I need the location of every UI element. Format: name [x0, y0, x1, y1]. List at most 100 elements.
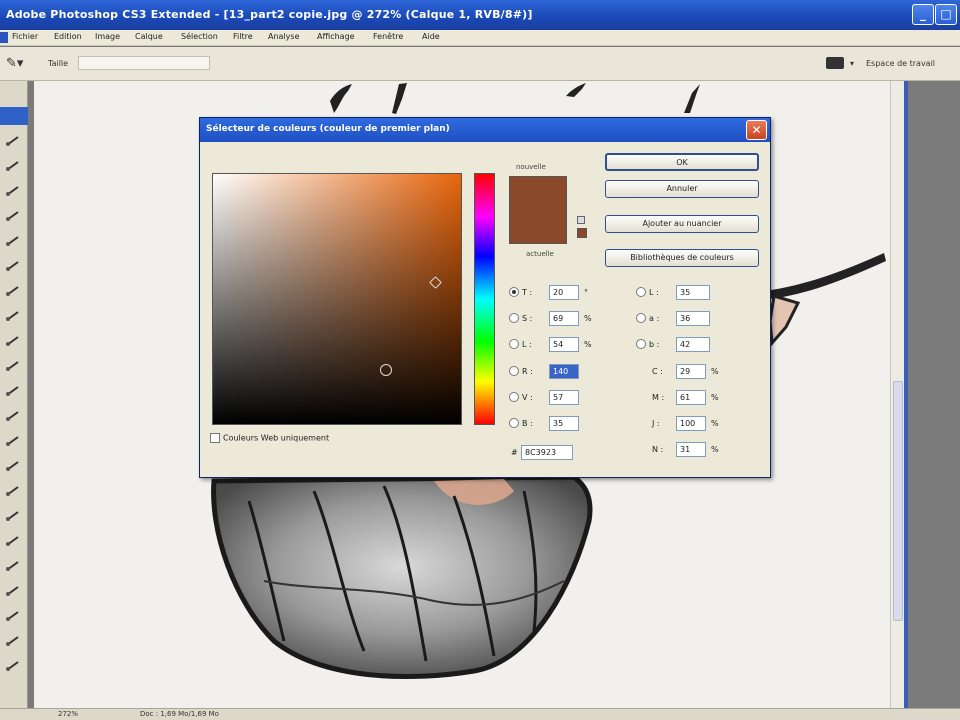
photoshop-window: Adobe Photoshop CS3 Extended - [13_part2… [0, 0, 960, 720]
red-input[interactable]: 140 [549, 364, 579, 379]
scrollbar-thumb[interactable] [893, 381, 903, 621]
green-field: V : 57 [509, 390, 599, 406]
green-input[interactable]: 57 [549, 390, 579, 405]
saturation-radio[interactable] [509, 313, 519, 323]
add-to-swatches-button[interactable]: Ajouter au nuancier [605, 215, 759, 233]
quick-select-tool-icon[interactable] [4, 208, 22, 222]
menu-edition[interactable]: Edition [54, 32, 82, 41]
magenta-input[interactable]: 61 [676, 390, 706, 405]
color-preview-swatch [509, 176, 567, 244]
hand-tool-icon[interactable] [4, 633, 22, 647]
hex-label: # [511, 448, 518, 457]
menu-image[interactable]: Image [95, 32, 120, 41]
hue-unit: ° [584, 288, 588, 297]
cyan-input[interactable]: 29 [676, 364, 706, 379]
blue-radio[interactable] [509, 418, 519, 428]
brightness-radio[interactable] [509, 339, 519, 349]
size-select[interactable] [78, 56, 210, 70]
minimize-button[interactable]: _ [912, 4, 934, 25]
shape-tool-icon[interactable] [4, 558, 22, 572]
gamut-swatch[interactable] [577, 228, 587, 238]
lab-b-input[interactable]: 42 [676, 337, 710, 352]
color-picker-marker[interactable] [380, 364, 392, 376]
menu-calque[interactable]: Calque [135, 32, 163, 41]
yellow-input[interactable]: 100 [676, 416, 706, 431]
type-tool-icon[interactable] [4, 508, 22, 522]
marquee-tool-icon[interactable] [4, 158, 22, 172]
dodge-tool-icon[interactable] [4, 458, 22, 472]
zoom-level[interactable]: 272% [58, 710, 78, 718]
eyedropper-tool-icon[interactable] [4, 608, 22, 622]
maximize-button[interactable]: □ [935, 4, 957, 25]
menu-bar: Fichier Edition Image Calque Sélection F… [0, 30, 960, 46]
checkbox-box[interactable] [210, 433, 220, 443]
panel-dock-strip[interactable] [904, 81, 908, 708]
history-brush-tool-icon[interactable] [4, 358, 22, 372]
cyan-label: C : [652, 367, 663, 376]
menu-analyse[interactable]: Analyse [268, 32, 300, 41]
document-size: Doc : 1,69 Mo/1,69 Mo [140, 710, 219, 718]
title-bar: Adobe Photoshop CS3 Extended - [13_part2… [0, 0, 960, 30]
menu-fenetre[interactable]: Fenêtre [373, 32, 403, 41]
saturation-input[interactable]: 69 [549, 311, 579, 326]
menu-selection[interactable]: Sélection [181, 32, 218, 41]
slice-tool-icon[interactable] [4, 258, 22, 272]
menu-affichage[interactable]: Affichage [317, 32, 355, 41]
menu-filtre[interactable]: Filtre [233, 32, 253, 41]
eraser-tool-icon[interactable] [4, 383, 22, 397]
hue-slider[interactable] [474, 173, 495, 425]
photoshop-icon[interactable] [0, 32, 8, 43]
status-bar: 272% Doc : 1,69 Mo/1,69 Mo [0, 708, 960, 720]
notes-tool-icon[interactable] [4, 583, 22, 597]
lab-l-radio[interactable] [636, 287, 646, 297]
yellow-field: J : 100 % [636, 416, 746, 432]
saturation-lightness-field[interactable] [212, 173, 462, 425]
lab-b-radio[interactable] [636, 339, 646, 349]
dialog-close-button[interactable]: ✕ [746, 120, 767, 140]
menu-fichier[interactable]: Fichier [12, 32, 38, 41]
green-radio[interactable] [509, 392, 519, 402]
magenta-label: M : [652, 393, 665, 402]
color-libraries-button[interactable]: Bibliothèques de couleurs [605, 249, 759, 267]
brightness-unit: % [584, 340, 592, 349]
zoom-tool-icon[interactable] [4, 658, 22, 672]
yellow-unit: % [711, 419, 719, 428]
blue-input[interactable]: 35 [549, 416, 579, 431]
clone-stamp-tool-icon[interactable] [4, 333, 22, 347]
lasso-tool-icon[interactable] [4, 183, 22, 197]
black-field: N : 31 % [636, 442, 746, 458]
move-tool-icon[interactable] [4, 133, 22, 147]
web-colors-only-checkbox[interactable]: Couleurs Web uniquement [210, 433, 329, 443]
workspace-arrow-icon[interactable]: ▾ [850, 59, 854, 68]
crop-tool-icon[interactable] [4, 233, 22, 247]
menu-aide[interactable]: Aide [422, 32, 440, 41]
green-label: V : [522, 393, 533, 402]
new-color-label: nouvelle [516, 163, 546, 171]
workspace-menu[interactable]: Espace de travail [866, 59, 935, 68]
saturation-unit: % [584, 314, 592, 323]
hex-input[interactable]: 8C3923 [521, 445, 573, 460]
vertical-scrollbar[interactable] [890, 81, 904, 708]
brightness-input[interactable]: 54 [549, 337, 579, 352]
black-input[interactable]: 31 [676, 442, 706, 457]
brush-tool-icon[interactable] [4, 308, 22, 322]
blur-tool-icon[interactable] [4, 433, 22, 447]
pen-tool-icon[interactable] [4, 483, 22, 497]
cyan-field: C : 29 % [636, 364, 746, 380]
path-select-tool-icon[interactable] [4, 533, 22, 547]
blue-field: B : 35 [509, 416, 599, 432]
lab-a-radio[interactable] [636, 313, 646, 323]
healing-tool-icon[interactable] [4, 283, 22, 297]
ok-button[interactable]: OK [605, 153, 759, 171]
eyedropper-icon[interactable]: ✎▾ [6, 56, 28, 72]
hue-radio[interactable] [509, 287, 519, 297]
lab-a-input[interactable]: 36 [676, 311, 710, 326]
lab-l-input[interactable]: 35 [676, 285, 710, 300]
hue-input[interactable]: 20 [549, 285, 579, 300]
hex-field: # 8C3923 [509, 445, 599, 461]
red-radio[interactable] [509, 366, 519, 376]
gradient-tool-icon[interactable] [4, 408, 22, 422]
camera-icon[interactable] [826, 57, 844, 69]
gamut-warning-icon[interactable] [577, 216, 585, 224]
cancel-button[interactable]: Annuler [605, 180, 759, 198]
